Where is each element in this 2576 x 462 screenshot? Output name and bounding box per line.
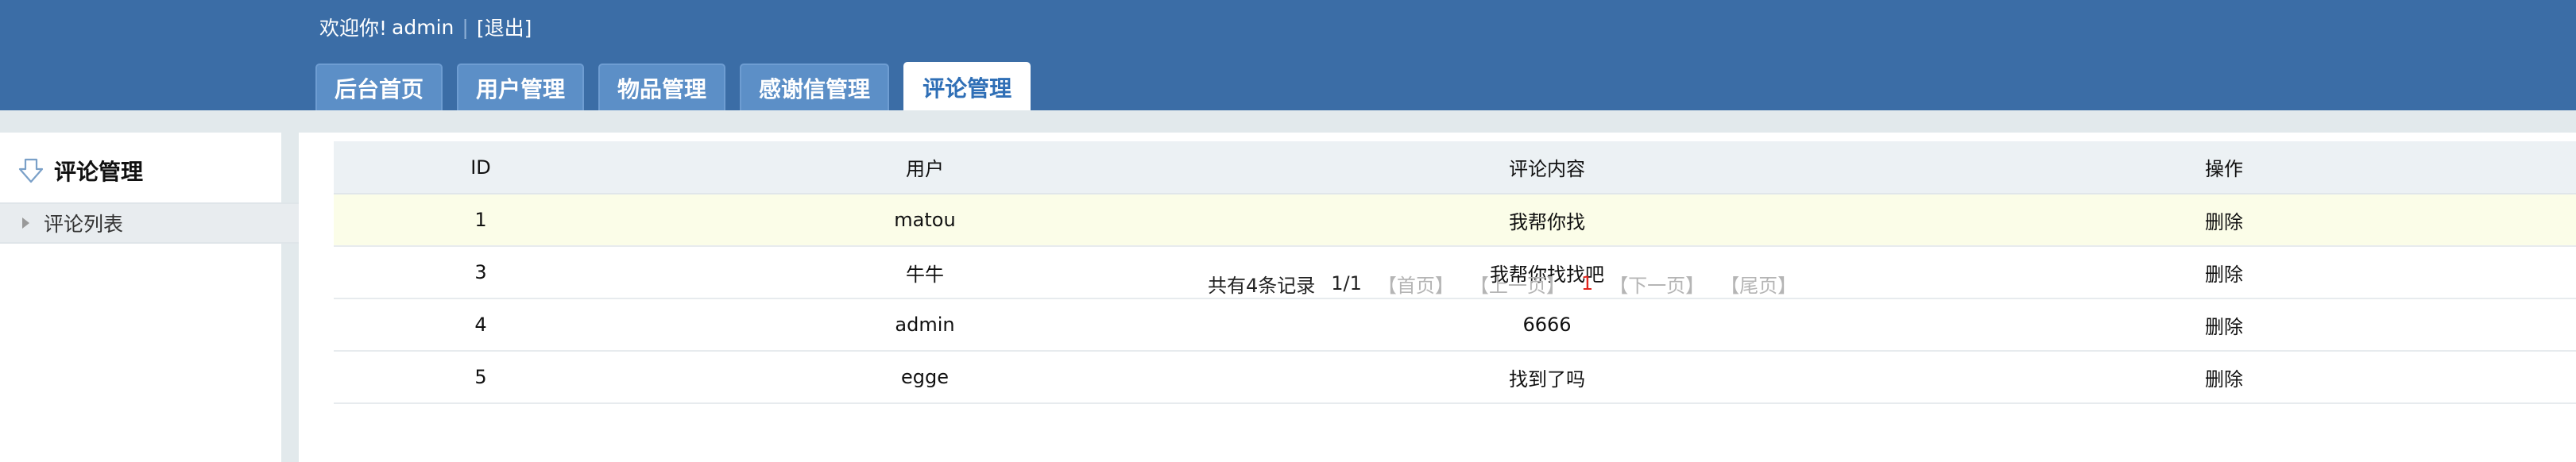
column-header-action: 操作 (1872, 141, 2576, 194)
logout-link[interactable]: [退出] (477, 13, 532, 41)
last-page-link[interactable]: 【尾页】 (1720, 270, 1797, 298)
pagination: 共有4条记录 1/1 【首页】 【上一页】 1 【下一页】 【尾页】 (0, 264, 2576, 303)
page-status: 1/1 (1331, 272, 1362, 295)
cell-user: egge (628, 351, 1222, 404)
cell-content: 我帮你找 (1222, 194, 1872, 247)
tab-thanks-letter-management[interactable]: 感谢信管理 (740, 64, 890, 111)
caret-right-icon (22, 218, 29, 229)
next-page-link[interactable]: 【下一页】 (1609, 270, 1704, 298)
sidebar-item-comment-list[interactable]: 评论列表 (0, 202, 299, 244)
first-page-link[interactable]: 【首页】 (1378, 270, 1454, 298)
pagination-controls: 共有4条记录 1/1 【首页】 【上一页】 1 【下一页】 【尾页】 (1208, 264, 1812, 303)
cell-id: 4 (334, 298, 628, 352)
record-count: 共有4条记录 (1208, 274, 1316, 297)
sidebar-title: 评论管理 (17, 155, 143, 187)
table-row: 5 egge 找到了吗 删除 (334, 351, 2576, 404)
cell-content: 6666 (1222, 298, 1872, 352)
header-strip (0, 110, 2576, 133)
cell-content: 找到了吗 (1222, 351, 1872, 404)
column-header-id: ID (334, 141, 628, 194)
sidebar-title-label: 评论管理 (54, 159, 144, 185)
cell-user: matou (628, 194, 1222, 247)
cell-user: admin (628, 298, 1222, 352)
tab-user-management[interactable]: 用户管理 (457, 64, 585, 111)
current-page-link[interactable]: 1 (1581, 272, 1593, 295)
welcome-bar: 欢迎你! admin | [退出] (319, 13, 532, 41)
delete-button[interactable]: 删除 (1872, 194, 2576, 247)
tab-comment-management[interactable]: 评论管理 (903, 62, 1031, 111)
top-header: 欢迎你! admin | [退出] 后台首页 用户管理 物品管理 感谢信管理 评… (0, 0, 2576, 111)
cell-id: 5 (334, 351, 628, 404)
cell-id: 1 (334, 194, 628, 247)
main-nav-tabs: 后台首页 用户管理 物品管理 感谢信管理 评论管理 (315, 62, 1045, 111)
prev-page-link[interactable]: 【上一页】 (1470, 270, 1565, 298)
username: admin (392, 15, 454, 39)
delete-button[interactable]: 删除 (1872, 298, 2576, 352)
welcome-label: 欢迎你! (319, 17, 388, 40)
sidebar-item-label: 评论列表 (44, 213, 124, 236)
down-arrow-icon (18, 158, 44, 183)
column-header-content: 评论内容 (1222, 141, 1872, 194)
column-header-user: 用户 (628, 141, 1222, 194)
tab-home[interactable]: 后台首页 (315, 64, 443, 111)
table-row: 4 admin 6666 删除 (334, 298, 2576, 352)
table-row: 1 matou 我帮你找 删除 (334, 194, 2576, 247)
welcome-separator: | (462, 15, 469, 39)
tab-item-management[interactable]: 物品管理 (598, 64, 726, 111)
table-header-row: ID 用户 评论内容 操作 (334, 141, 2576, 194)
delete-button[interactable]: 删除 (1872, 351, 2576, 404)
